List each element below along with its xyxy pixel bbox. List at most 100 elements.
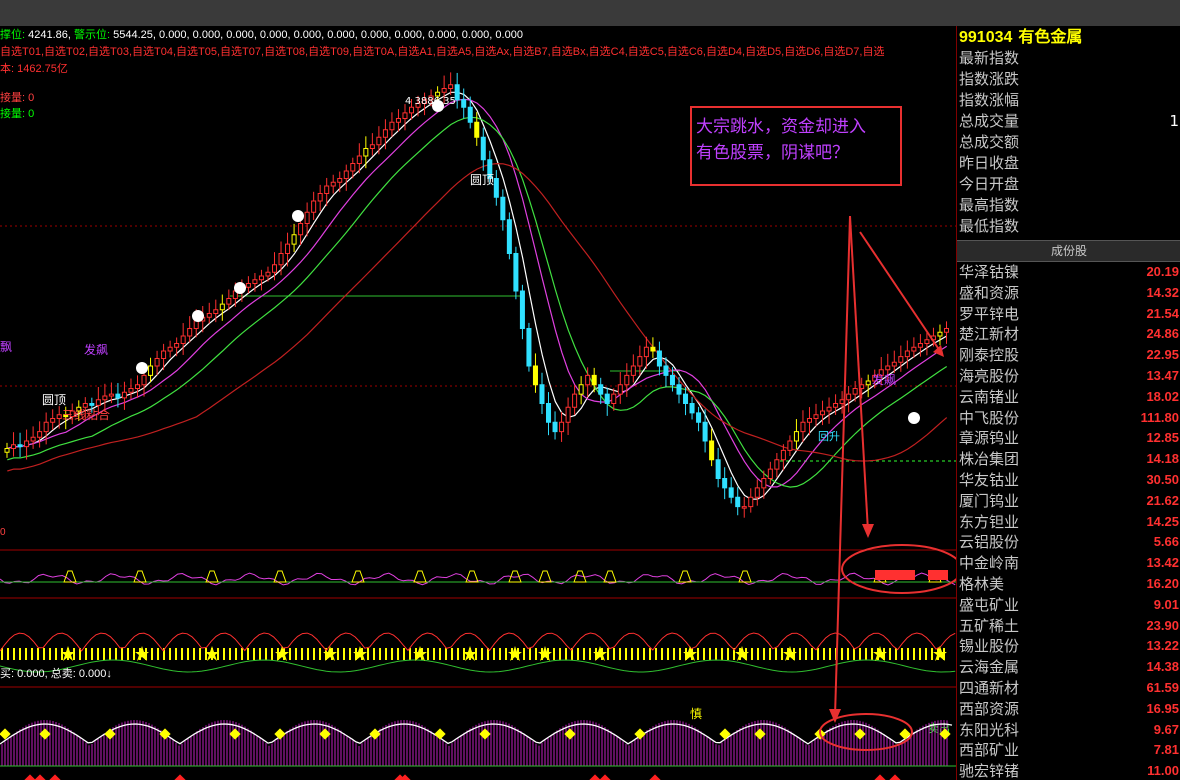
component-name: 盛屯矿业	[959, 595, 1020, 614]
component-row[interactable]: 华友钴业 30.50	[957, 470, 1180, 491]
candle-body	[278, 253, 284, 266]
component-row[interactable]: 五矿稀土 23.90	[957, 616, 1180, 637]
candle-body	[611, 393, 617, 404]
candle-body	[467, 106, 473, 123]
component-name: 东阳光科	[959, 720, 1020, 739]
sell-diamond	[49, 774, 61, 780]
candle-body	[95, 399, 101, 406]
candle-body	[904, 350, 910, 358]
candle-body	[833, 403, 839, 408]
candle-body	[885, 365, 891, 371]
candle-body	[774, 459, 780, 470]
sell-diamond	[599, 774, 611, 780]
candle-body	[943, 328, 950, 333]
component-price: 16.20	[1146, 575, 1179, 591]
candle-body	[539, 384, 545, 404]
components-list[interactable]: 华泽钴镍 20.19 盛和资源 14.32 罗平锌电 21.54 楚江新材 24.86 刚泰控股…	[957, 262, 1180, 780]
component-price: 21.62	[1146, 492, 1179, 508]
candle-body	[937, 331, 943, 337]
candle-body	[761, 478, 767, 489]
candle-body	[350, 163, 356, 172]
index-stat-row: 昨日收盘	[957, 153, 1180, 174]
candle-body	[656, 350, 662, 367]
candle-body	[291, 234, 297, 245]
candle-body	[56, 414, 62, 419]
component-name: 刚泰控股	[959, 346, 1020, 365]
candle-body	[311, 200, 317, 213]
index-stat-row: 最新指数	[957, 48, 1180, 69]
candle-body	[11, 444, 17, 449]
annotation-box: 大宗跳水，资金却进入 有色股票，阴谋吧？	[690, 106, 902, 186]
signal-marker	[573, 570, 587, 583]
component-row[interactable]: 盛屯矿业 9.01	[957, 595, 1180, 616]
candle-body	[813, 414, 819, 419]
component-row[interactable]: 株冶集团 14.18	[957, 449, 1180, 470]
support-value: 4241.86,	[28, 29, 71, 40]
diamond-marker	[104, 728, 116, 740]
candle-body	[108, 393, 114, 397]
component-price: 14.25	[1146, 513, 1179, 529]
component-row[interactable]: 华泽钴镍 20.19	[957, 262, 1180, 283]
break-label: 回升	[818, 430, 840, 443]
candle-body	[741, 506, 747, 509]
component-row[interactable]: 锡业股份 13.22	[957, 636, 1180, 657]
candle-body	[669, 374, 675, 386]
stat-label: 指数涨跌	[959, 70, 1020, 88]
component-name: 盛和资源	[959, 283, 1020, 302]
candle-body	[37, 431, 43, 438]
component-name: 厦门钨业	[959, 491, 1020, 510]
candle-body	[865, 380, 871, 386]
component-row[interactable]: 厦门钨业 21.62	[957, 491, 1180, 512]
candle-body	[637, 356, 643, 367]
component-row[interactable]: 东方钽业 14.25	[957, 512, 1180, 533]
component-price: 18.02	[1146, 388, 1179, 404]
index-stat-row: 指数涨跌	[957, 69, 1180, 90]
candle-body	[17, 444, 23, 448]
candle-body	[754, 487, 760, 498]
signal-marker	[603, 570, 617, 583]
component-name: 西部矿业	[959, 741, 1020, 760]
component-row[interactable]: 章源钨业 12.85	[957, 428, 1180, 449]
component-row[interactable]: 中飞股份 111.80	[957, 408, 1180, 429]
component-row[interactable]: 西部资源 16.95	[957, 699, 1180, 720]
candle-body	[572, 393, 578, 408]
component-row[interactable]: 格林美 16.20	[957, 574, 1180, 595]
component-row[interactable]: 楚江新材 24.86	[957, 324, 1180, 345]
candle-body	[748, 496, 754, 508]
component-row[interactable]: 四通新材 61.59	[957, 678, 1180, 699]
components-header[interactable]: 成份股	[957, 240, 1180, 262]
sell-diamond	[649, 774, 661, 780]
candle-body	[402, 112, 408, 119]
component-row[interactable]: 云南锗业 18.02	[957, 387, 1180, 408]
component-row[interactable]: 驰宏锌锗 11.00	[957, 761, 1180, 780]
three-line-label: 三线粘合	[62, 407, 110, 422]
component-row[interactable]: 云海金属 14.38	[957, 657, 1180, 678]
candle-body	[395, 118, 401, 123]
candle-body	[382, 129, 388, 138]
candle-body	[702, 421, 708, 442]
smiley-icon	[234, 282, 246, 294]
index-stat-row: 今日开盘	[957, 174, 1180, 195]
candle-body	[565, 406, 571, 423]
component-name: 锡业股份	[959, 637, 1020, 656]
component-price: 13.42	[1146, 555, 1179, 571]
component-row[interactable]: 西部矿业 7.81	[957, 740, 1180, 761]
component-row[interactable]: 海亮股份 13.47	[957, 366, 1180, 387]
candle-body	[461, 99, 467, 108]
candle-body	[891, 361, 897, 367]
candle-body	[43, 421, 49, 433]
component-row[interactable]: 盛和资源 14.32	[957, 283, 1180, 304]
component-row[interactable]: 刚泰控股 22.95	[957, 345, 1180, 366]
candle-body	[180, 335, 186, 344]
arrow-head	[933, 345, 944, 357]
lower-panel-info: 买: 0.000, 总卖: 0.000↓	[0, 668, 112, 680]
diamond-marker	[719, 728, 731, 740]
candle-body	[102, 395, 108, 401]
component-row[interactable]: 东阳光科 9.67	[957, 720, 1180, 741]
sell-diamond	[174, 774, 186, 780]
component-row[interactable]: 中金岭南 13.42	[957, 553, 1180, 574]
component-row[interactable]: 罗平锌电 21.54	[957, 304, 1180, 325]
index-stat-row: 指数涨幅	[957, 90, 1180, 111]
component-row[interactable]: 云铝股份 5.66	[957, 532, 1180, 553]
component-name: 华友钴业	[959, 470, 1020, 489]
